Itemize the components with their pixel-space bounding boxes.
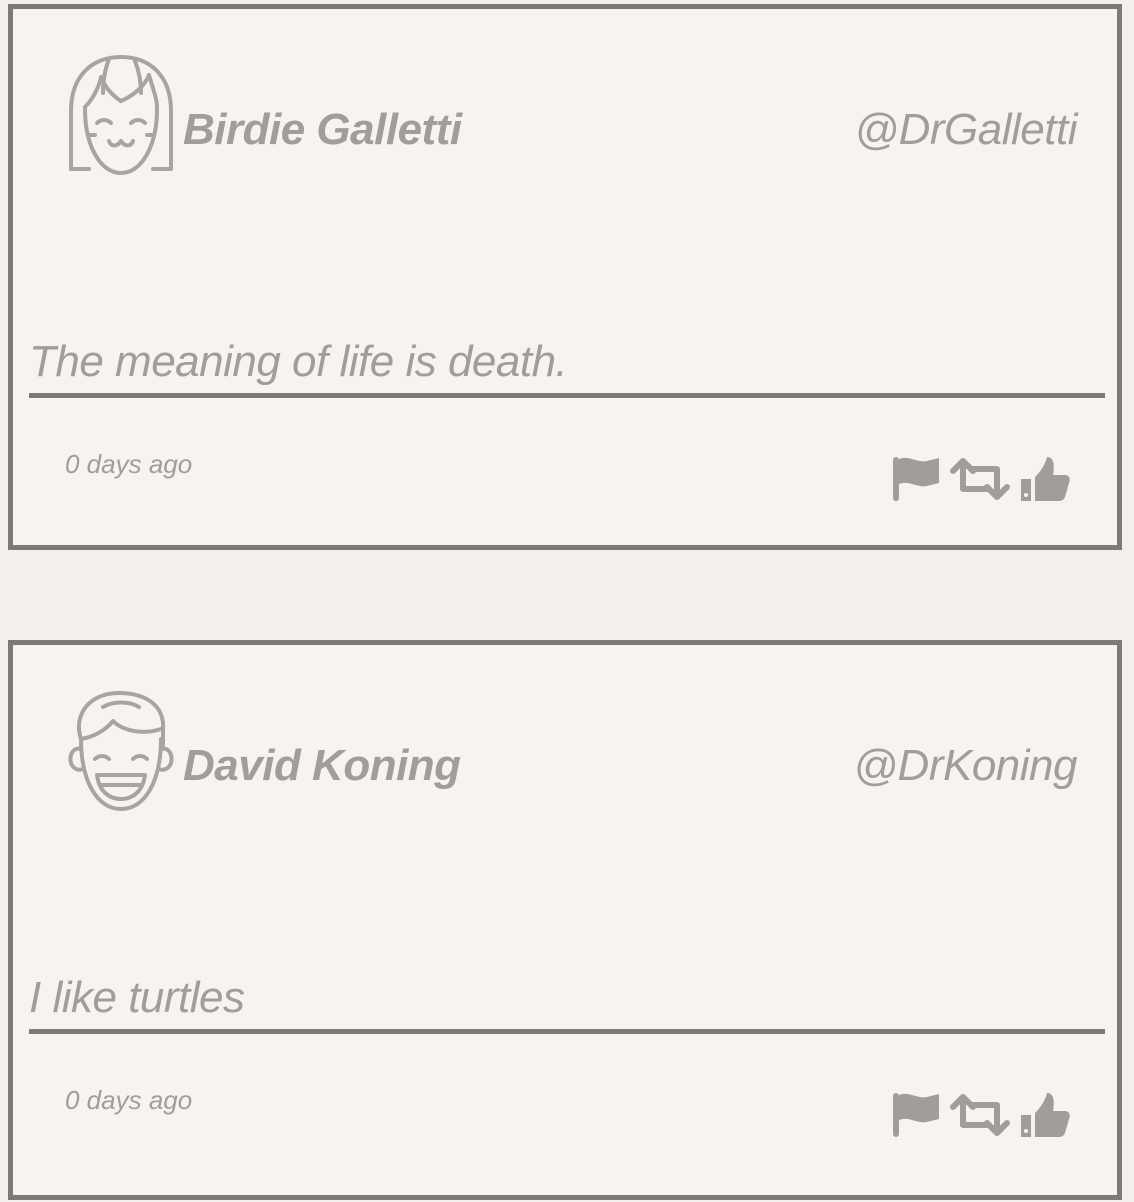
post-actions <box>891 1089 1071 1141</box>
post-timestamp: 0 days ago <box>65 1085 193 1115</box>
post-message: The meaning of life is death. <box>29 337 568 386</box>
post-card: Birdie Galletti @DrGalletti The meaning … <box>8 4 1122 550</box>
girl-avatar-icon <box>63 49 179 181</box>
post-card: David Koning @DrKoning I like turtles 0 … <box>8 640 1122 1200</box>
author-handle[interactable]: @DrKoning <box>853 741 1077 791</box>
divider <box>29 1029 1105 1034</box>
retweet-icon[interactable] <box>949 453 1011 505</box>
author-handle[interactable]: @DrGalletti <box>854 105 1077 155</box>
thumbs-up-icon[interactable] <box>1019 453 1071 505</box>
post-timestamp: 0 days ago <box>65 449 193 479</box>
flag-icon[interactable] <box>891 453 941 505</box>
post-actions <box>891 453 1071 505</box>
thumbs-up-icon[interactable] <box>1019 1089 1071 1141</box>
author-name[interactable]: David Koning <box>183 741 461 791</box>
author-name[interactable]: Birdie Galletti <box>183 105 462 155</box>
divider <box>29 393 1105 398</box>
boy-avatar-icon <box>63 685 179 817</box>
flag-icon[interactable] <box>891 1089 941 1141</box>
post-message: I like turtles <box>29 973 245 1022</box>
retweet-icon[interactable] <box>949 1089 1011 1141</box>
